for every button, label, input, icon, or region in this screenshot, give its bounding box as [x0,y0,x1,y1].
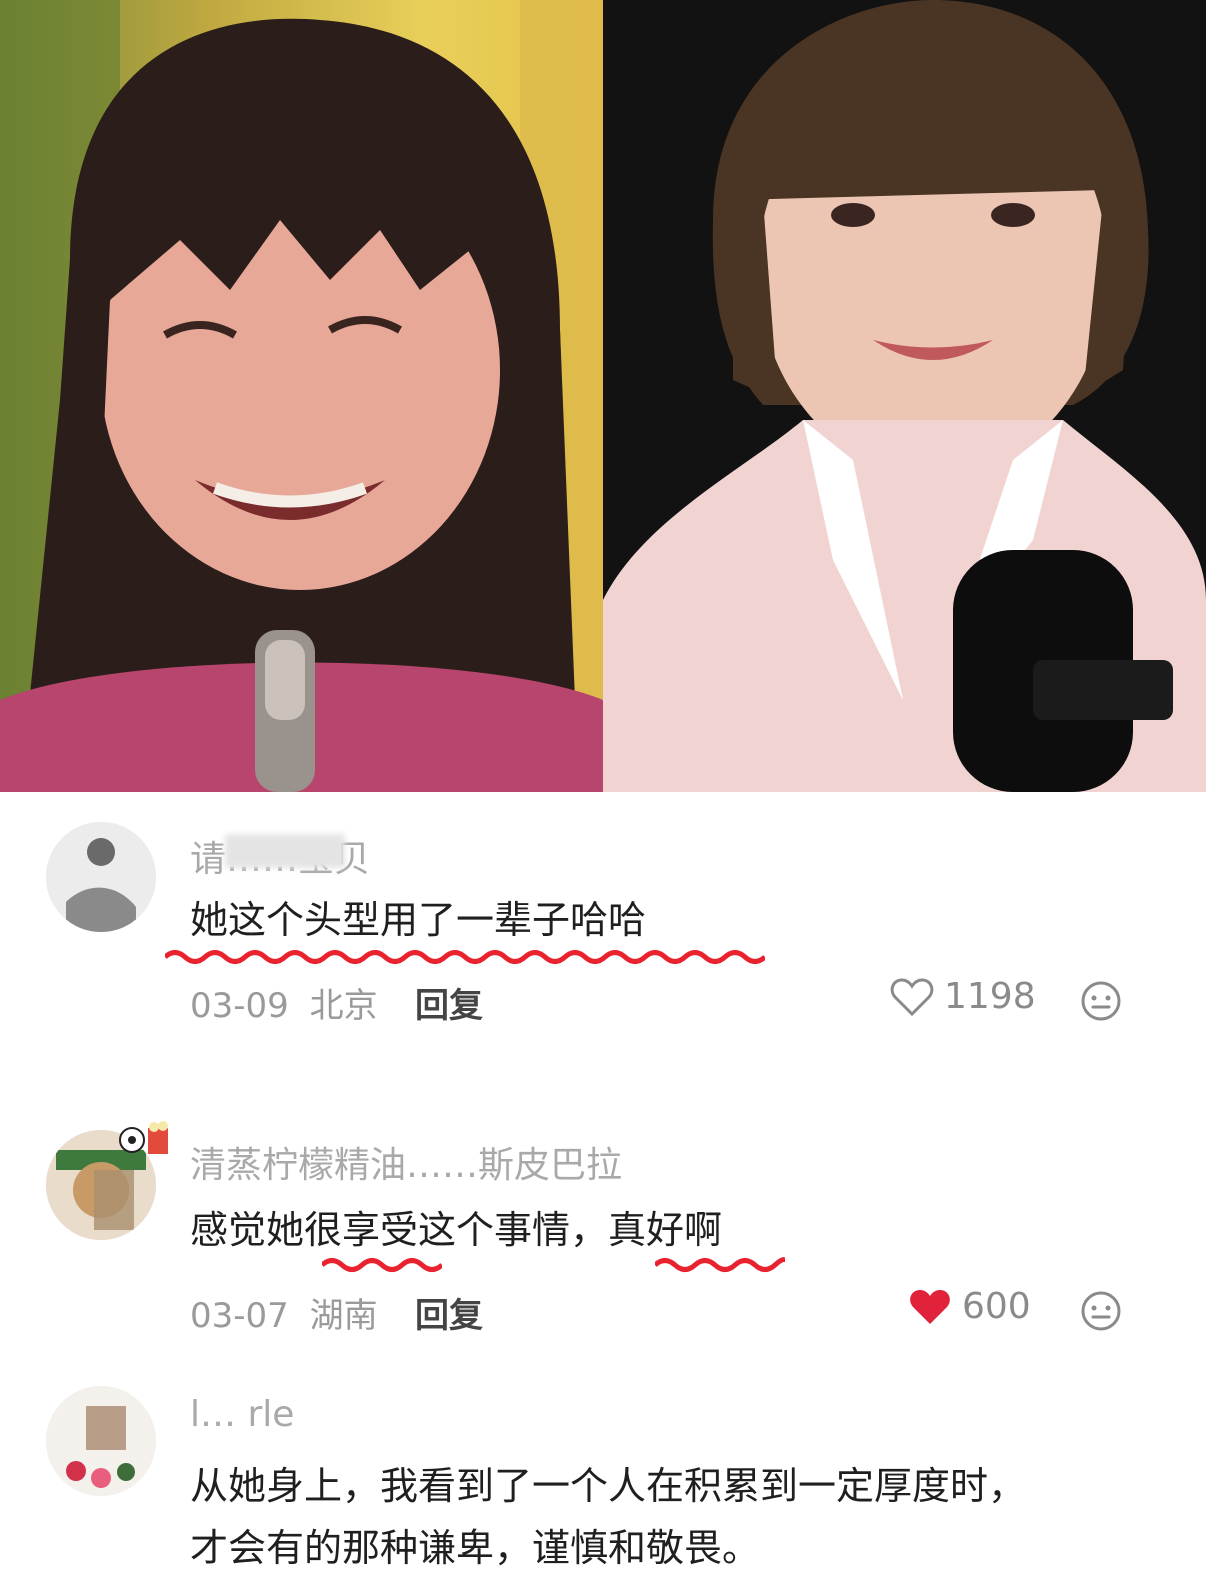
red-underline-squiggle [165,950,765,964]
comment-text: 感觉她很享受这个事情，真好啊 [190,1206,722,1254]
comment-text: 她这个头型用了一辈子哈哈 [190,898,647,942]
username[interactable]: 清蒸柠檬精油……斯皮巴拉 [190,1136,622,1188]
photo-right-illustration [603,0,1206,792]
comment-location: 北京 [309,986,378,1026]
red-underline-squiggle [655,1257,785,1272]
avatar[interactable] [46,822,156,932]
like-count: 1198 [944,976,1036,1017]
like-button[interactable]: 600 [908,1286,1031,1327]
avatar-image [46,822,156,932]
photo-left[interactable] [0,0,603,792]
reply-button[interactable]: 回复 [415,978,483,1027]
comment-item: 请……宝贝 她这个头型用了一辈子哈哈 03-09 北京 回复 1198 [0,800,1206,1060]
sticker-icon [119,1121,168,1154]
photo-left-illustration [0,0,603,792]
comment-date: 03-09 [190,986,289,1026]
comment-date: 03-07 [190,1296,289,1336]
username[interactable]: l… rle [190,1394,294,1435]
comment-item: 清蒸柠檬精油……斯皮巴拉 感觉她很享受这个事情，真好啊 03-07 湖南 回复 … [0,1110,1206,1370]
comment-meta: 03-07 湖南 [190,1288,378,1337]
more-options-icon[interactable] [1080,980,1122,1022]
more-options-icon[interactable] [1080,1290,1122,1332]
red-underline-squiggle [322,1258,442,1272]
comment-location: 湖南 [309,1296,378,1336]
comment-text-line1: 从她身上，我看到了一个人在积累到一定厚度时， [190,1464,1027,1508]
comment-text-line2: 才会有的那种谦卑，谨慎和敬畏。 [190,1526,761,1570]
reply-button[interactable]: 回复 [415,1288,483,1337]
like-count: 600 [962,1286,1031,1327]
avatar-image [46,1386,156,1496]
heart-filled-icon [910,1289,950,1324]
heart-outline-icon [890,977,934,1016]
photo-right[interactable] [603,0,1206,792]
comment-item: l… rle 从她身上，我看到了一个人在积累到一定厚度时， 才会有的那种谦卑，谨… [0,1380,1206,1589]
comment-meta: 03-09 北京 [190,978,378,1027]
username-blur [225,834,345,868]
comment-text-part: 这个事情， [418,1208,609,1252]
like-button[interactable]: 1198 [890,976,1036,1017]
comment-text-part: 感觉她 [190,1208,305,1252]
photo-comparison [0,0,1206,792]
avatar[interactable] [46,1386,156,1496]
comment-text-part: 真好啊 [608,1208,723,1252]
comment-text-part: 很享受 [304,1208,419,1252]
